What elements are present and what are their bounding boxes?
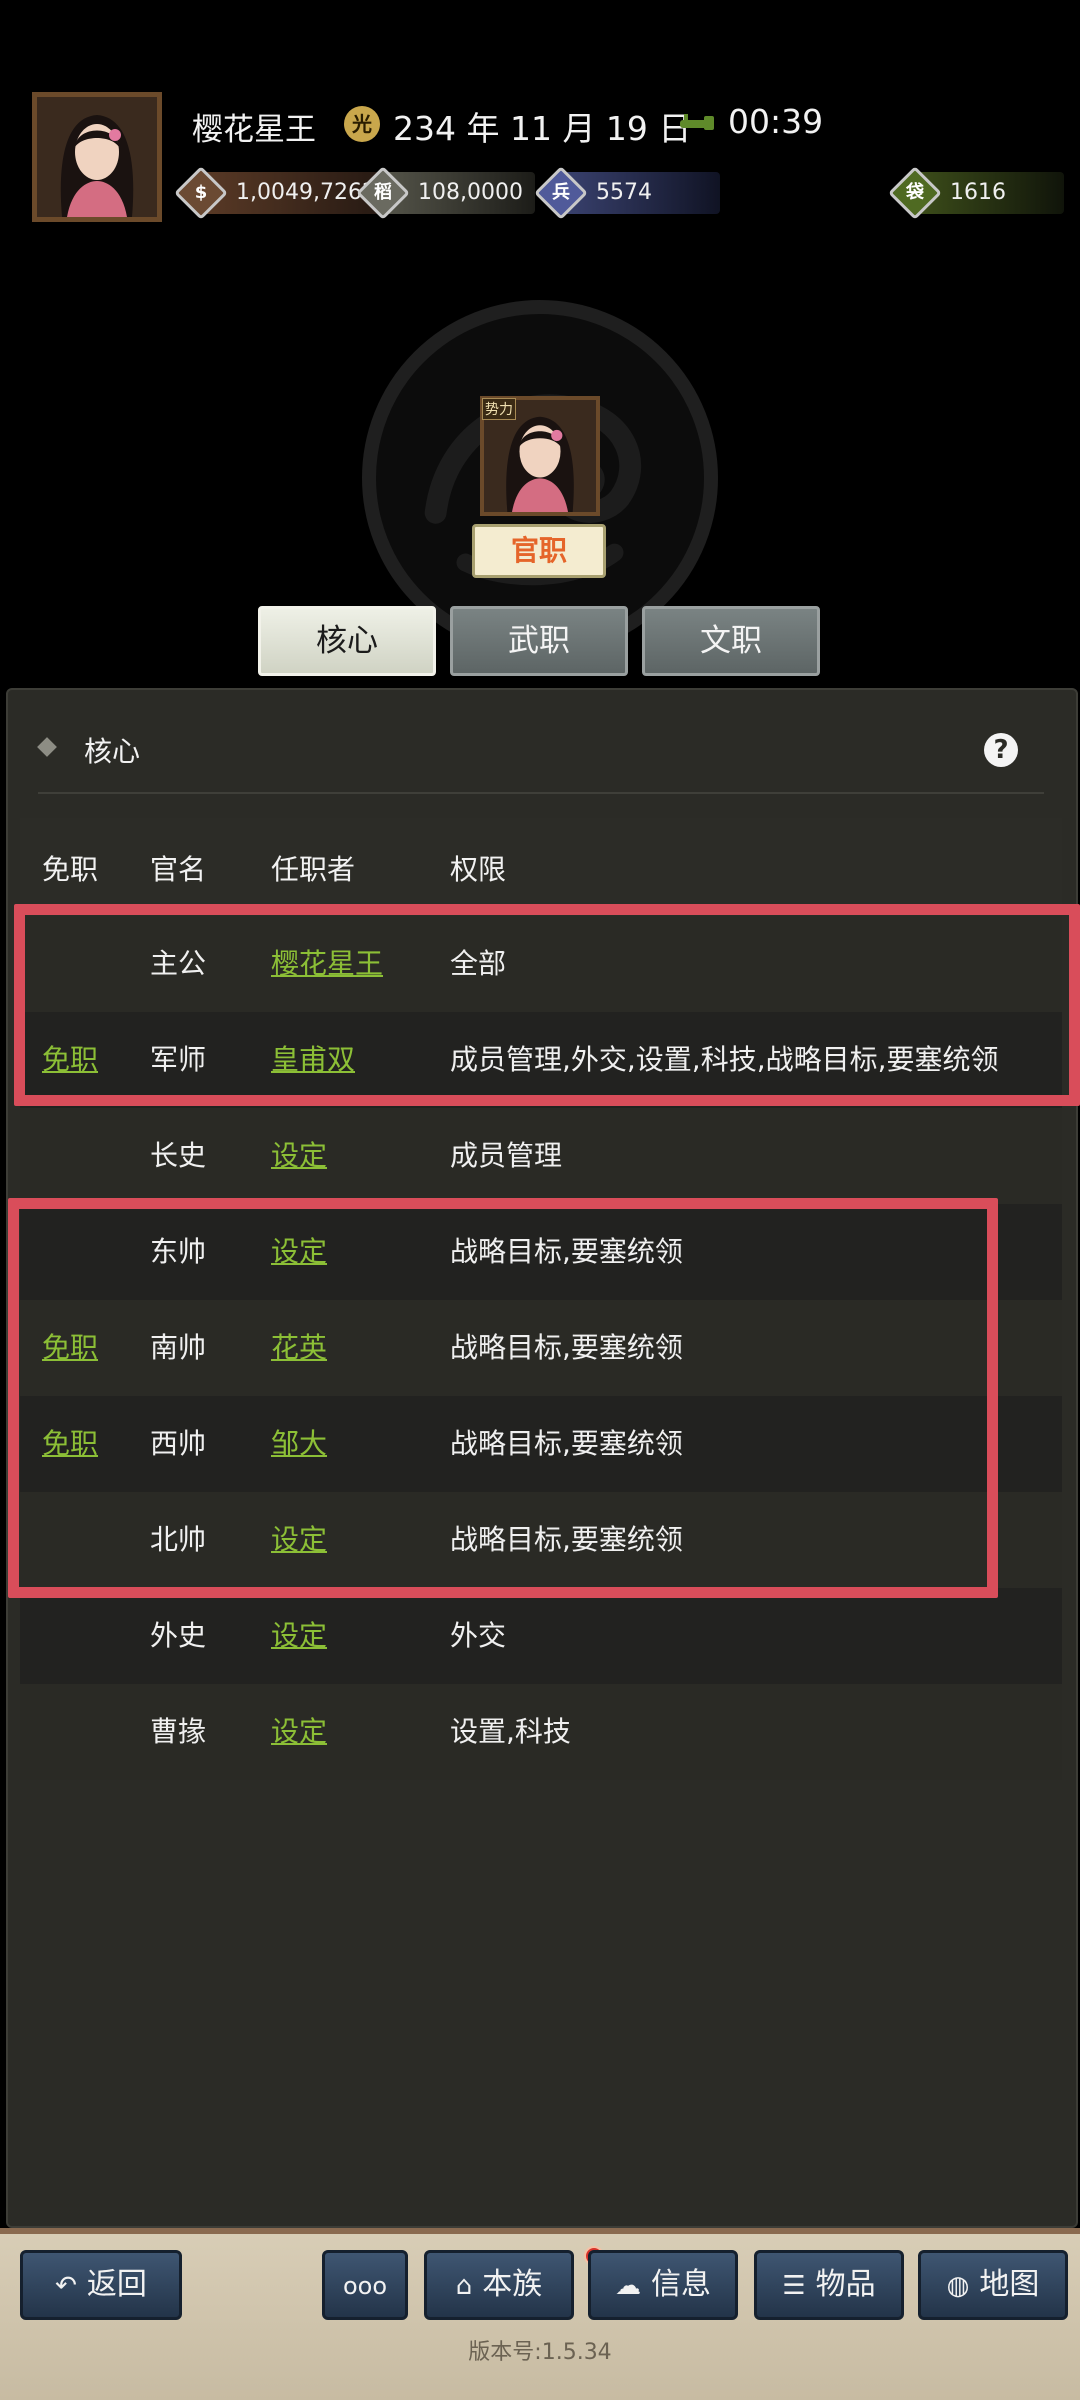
highlight-box-bottom xyxy=(8,1198,998,1598)
back-arrow-icon: ↶ xyxy=(55,2271,77,2301)
player-avatar[interactable] xyxy=(32,92,162,222)
resource-supply: 1616 袋 xyxy=(888,166,1066,220)
game-date: 234 年 11 月 19 日 xyxy=(393,109,692,148)
holder-link[interactable]: 设定 xyxy=(271,1108,327,1204)
permissions: 成员管理 xyxy=(450,1139,563,1172)
highlight-box-top xyxy=(14,904,1080,1106)
resource-coin: 1,0049,7262 $ xyxy=(174,166,388,220)
grain-glyph: 稻 xyxy=(374,182,392,203)
clan-icon: ⌂ xyxy=(455,2271,473,2301)
back-button[interactable]: ↶ 返回 xyxy=(20,2250,182,2320)
holder-link[interactable]: 设定 xyxy=(271,1684,327,1780)
version-label: 版本号:1.5.34 xyxy=(468,2340,612,2365)
player-name: 樱花星王 xyxy=(192,112,316,148)
globe-icon: ◍ xyxy=(946,2271,970,2301)
permissions: 设置,科技 xyxy=(450,1715,571,1748)
help-icon[interactable]: ? xyxy=(984,733,1018,767)
daytime-icon xyxy=(680,114,714,130)
resource-troops: 5574 兵 xyxy=(534,166,720,220)
tab-civil[interactable]: 文职 xyxy=(642,606,820,676)
more-button[interactable]: ooo xyxy=(322,2250,408,2320)
items-button[interactable]: ☰ 物品 xyxy=(754,2250,904,2320)
tab-military[interactable]: 武职 xyxy=(450,606,628,676)
office-title: 外史 xyxy=(150,1619,207,1652)
info-button[interactable]: ☁ 信息 xyxy=(588,2250,738,2320)
divider xyxy=(38,792,1044,794)
game-time: 00:39 xyxy=(728,102,824,141)
supply-glyph: 袋 xyxy=(906,182,924,203)
resource-grain: 108,0000 稻 xyxy=(356,166,554,220)
map-button[interactable]: ◍ 地图 xyxy=(918,2250,1068,2320)
info-label: 信息 xyxy=(651,2267,711,2302)
era-icon: 光 xyxy=(344,106,380,142)
clan-label: 本族 xyxy=(482,2267,543,2302)
map-label: 地图 xyxy=(979,2267,1040,2302)
table-row: 曹掾 设定 设置,科技 xyxy=(20,1684,1062,1780)
column-header-permissions: 权限 xyxy=(450,853,507,886)
column-header-title: 官名 xyxy=(150,853,207,886)
troops-glyph: 兵 xyxy=(552,182,570,203)
chat-icon: ☁ xyxy=(615,2271,641,2301)
portrait-image xyxy=(37,97,157,217)
table-row: 长史 设定 成员管理 xyxy=(20,1108,1062,1204)
column-header-holder: 任职者 xyxy=(271,853,356,886)
more-icon: ooo xyxy=(342,2272,388,2300)
table-row: 外史 设定 外交 xyxy=(20,1588,1062,1684)
holder-link[interactable]: 设定 xyxy=(271,1588,327,1684)
items-icon: ☰ xyxy=(782,2271,806,2301)
office-title: 曹掾 xyxy=(150,1715,207,1748)
column-header-dismiss: 免职 xyxy=(42,853,99,886)
permissions: 外交 xyxy=(450,1619,507,1652)
back-label: 返回 xyxy=(86,2267,147,2302)
panel-title: 核心 xyxy=(84,735,141,768)
coin-glyph: $ xyxy=(194,182,208,203)
faction-tag: 势力 xyxy=(482,398,516,420)
office-title: 长史 xyxy=(150,1139,207,1172)
tab-core[interactable]: 核心 xyxy=(258,606,436,676)
items-label: 物品 xyxy=(815,2267,876,2302)
clan-button[interactable]: ⌂ 本族 xyxy=(424,2250,574,2320)
office-badge: 官职 xyxy=(472,524,606,578)
